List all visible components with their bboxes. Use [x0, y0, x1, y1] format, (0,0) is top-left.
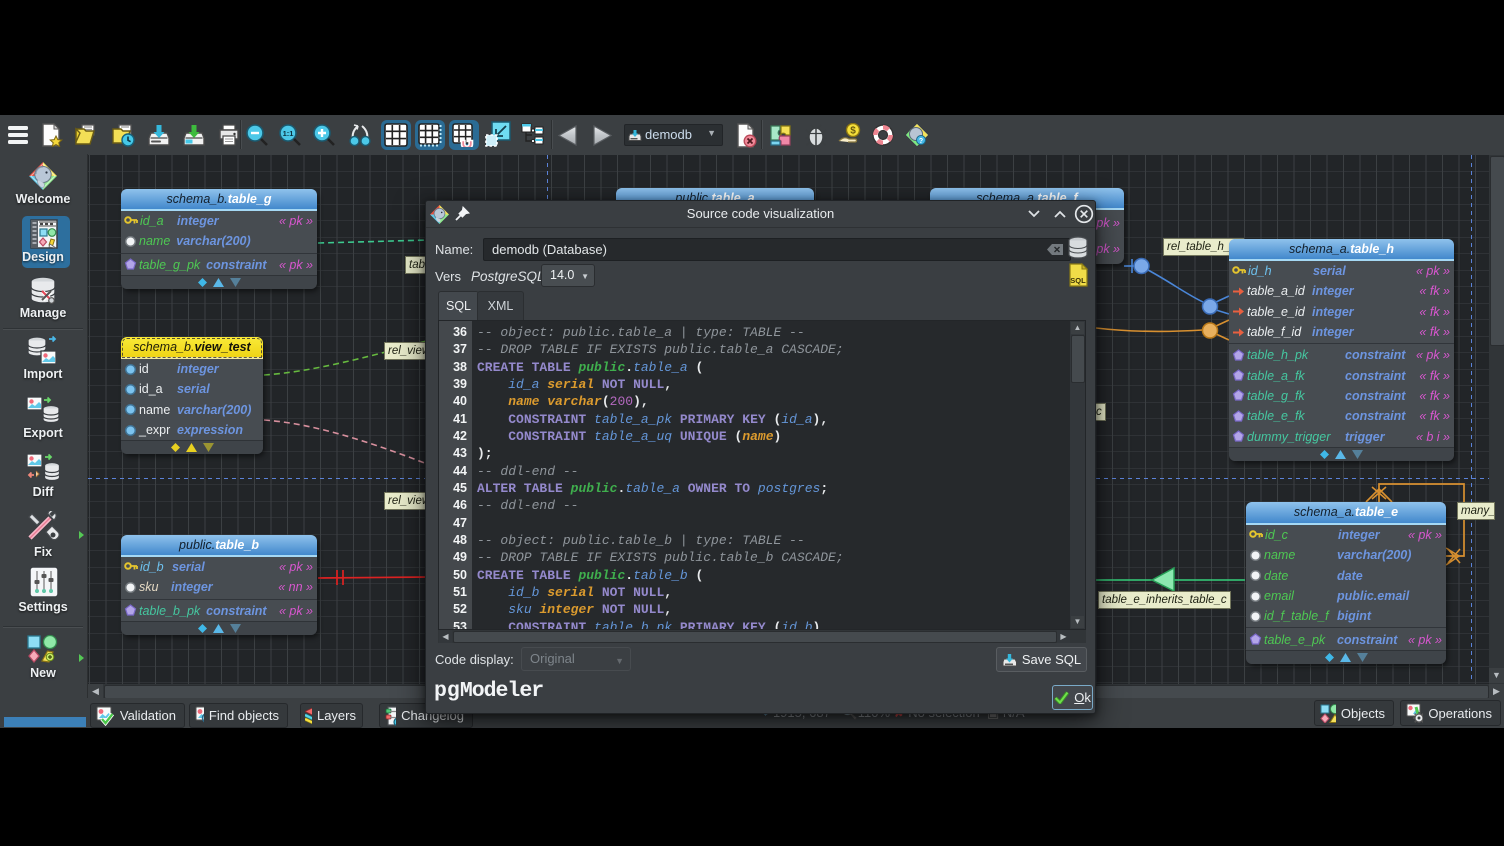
svg-text:SQL: SQL	[1070, 276, 1086, 285]
